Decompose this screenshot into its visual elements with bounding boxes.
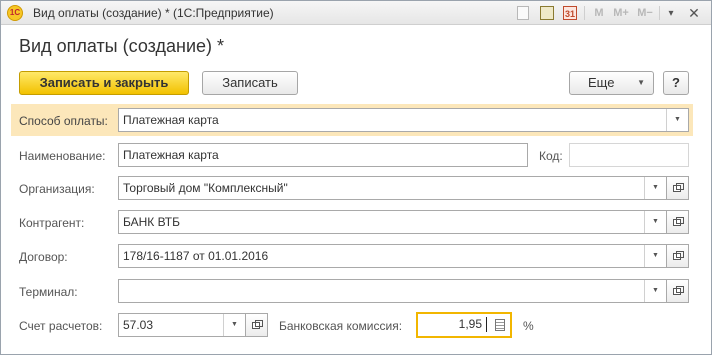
more-button-label: Еще (588, 75, 615, 90)
title-bar: 1С Вид оплаты (создание) * (1С:Предприят… (1, 1, 711, 25)
app-window: 1С Вид оплаты (создание) * (1С:Предприят… (0, 0, 712, 355)
bank-commission-value: 1,95 (458, 317, 482, 331)
close-icon[interactable]: ✕ (687, 6, 701, 21)
text-cursor (486, 317, 487, 332)
window-menu-icon[interactable]: ▾ (665, 6, 677, 21)
memory-minus-icon[interactable]: M− (636, 6, 654, 21)
open-counterparty-icon[interactable] (667, 210, 689, 234)
payment-method-value: Платежная карта (123, 113, 219, 127)
counterparty-field[interactable]: БАНК ВТБ ▼ (118, 210, 667, 234)
account-label: Счет расчетов: (19, 319, 103, 333)
toolbar-separator (584, 6, 585, 20)
calendar-icon[interactable]: 31 (563, 6, 577, 20)
organization-label: Организация: (19, 182, 95, 196)
chevron-down-icon[interactable]: ▼ (644, 280, 666, 302)
contract-value: 178/16-1187 от 01.01.2016 (123, 249, 269, 263)
chevron-down-icon[interactable]: ▼ (666, 109, 688, 131)
counterparty-value: БАНК ВТБ (123, 215, 181, 229)
calculator-icon[interactable] (495, 319, 505, 331)
chevron-down-icon: ▼ (637, 78, 645, 87)
chevron-down-icon[interactable]: ▼ (223, 314, 245, 336)
open-terminal-icon[interactable] (667, 279, 689, 303)
chevron-down-icon[interactable]: ▼ (644, 245, 666, 267)
memory-plus-icon[interactable]: M+ (612, 6, 630, 21)
open-account-icon[interactable] (246, 313, 268, 337)
bank-commission-label: Банковская комиссия: (279, 319, 403, 333)
open-organization-icon[interactable] (667, 176, 689, 200)
document-icon[interactable] (517, 6, 529, 20)
counterparty-label: Контрагент: (19, 216, 85, 230)
contract-label: Договор: (19, 250, 68, 264)
open-contract-icon[interactable] (667, 244, 689, 268)
app-logo-icon: 1С (7, 5, 23, 21)
save-button[interactable]: Записать (202, 71, 298, 95)
calculator-icon[interactable] (540, 6, 554, 20)
contract-field[interactable]: 178/16-1187 от 01.01.2016 ▼ (118, 244, 667, 268)
name-value: Платежная карта (123, 148, 219, 162)
window-title: Вид оплаты (создание) * (1С:Предприятие) (33, 6, 274, 20)
more-button[interactable]: Еще ▼ (569, 71, 654, 95)
payment-method-field[interactable]: Платежная карта ▼ (118, 108, 689, 132)
organization-field[interactable]: Торговый дом "Комплексный" ▼ (118, 176, 667, 200)
terminal-label: Терминал: (19, 285, 78, 299)
chevron-down-icon[interactable]: ▼ (644, 211, 666, 233)
account-field[interactable]: 57.03 ▼ (118, 313, 246, 337)
save-and-close-button[interactable]: Записать и закрыть (19, 71, 189, 95)
account-value: 57.03 (123, 318, 154, 332)
code-label: Код: (539, 149, 563, 163)
memory-icon[interactable]: M (592, 6, 606, 21)
code-input[interactable] (569, 143, 689, 167)
organization-value: Торговый дом "Комплексный" (123, 181, 288, 195)
page-title: Вид оплаты (создание) * (19, 36, 225, 56)
name-input[interactable]: Платежная карта (118, 143, 528, 167)
chevron-down-icon[interactable]: ▼ (644, 177, 666, 199)
name-label: Наименование: (19, 149, 106, 163)
bank-commission-input[interactable]: 1,95 (416, 312, 512, 338)
terminal-field[interactable]: ▼ (118, 279, 667, 303)
payment-method-label: Способ оплаты: (19, 114, 108, 128)
percent-unit: % (523, 319, 534, 333)
toolbar-separator (659, 6, 660, 20)
help-button[interactable]: ? (663, 71, 689, 95)
